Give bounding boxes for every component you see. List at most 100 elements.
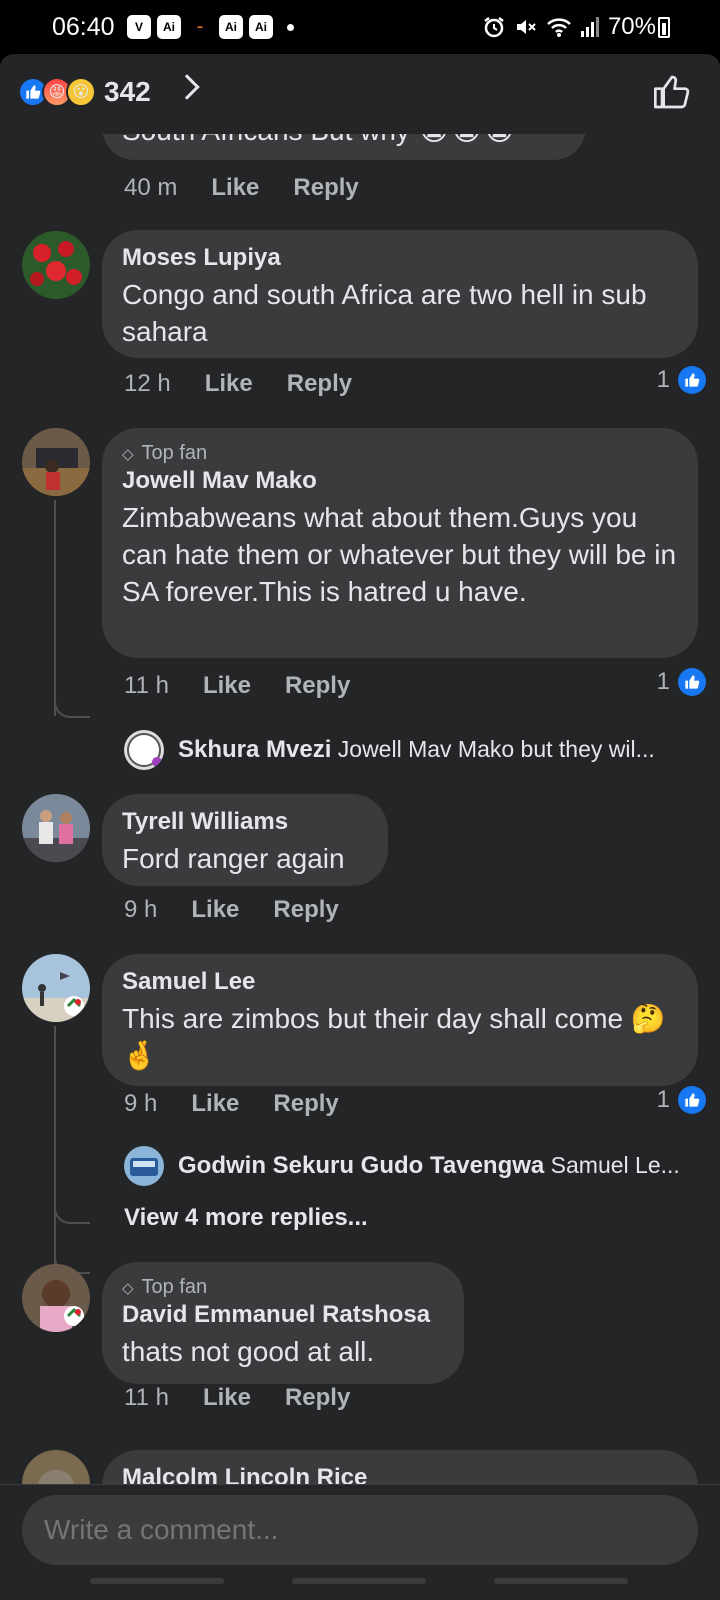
thread-connector (54, 694, 90, 718)
thread-line (54, 500, 56, 716)
like-button[interactable]: Like (205, 370, 253, 398)
reply-snippet: Jowell Mav Mako but they wil... (337, 736, 655, 762)
diamond-icon: ◇ (122, 446, 134, 463)
comment-time: 11 h (124, 1384, 169, 1411)
battery-icon (658, 17, 670, 38)
comment-bubble: Tyrell Williams Ford ranger again (102, 794, 388, 886)
comment-time: 9 h (124, 1090, 158, 1117)
alarm-icon (484, 17, 504, 38)
commenter-name[interactable]: David Emmanuel Ratshosa (122, 1301, 444, 1329)
ai-notification-icon: Ai (249, 15, 273, 39)
reaction-summary[interactable]: 😡 😮 342 (18, 76, 151, 108)
comment-like-count[interactable]: 1 (657, 366, 706, 394)
reply-button[interactable]: Reply (273, 1090, 338, 1118)
battery-percent: 70% (607, 13, 656, 40)
comment-text: thats not good at all. (122, 1336, 375, 1367)
comment-actions: 40 m Like Reply (124, 174, 359, 202)
reply-preview[interactable]: Skhura Mvezi Jowell Mav Mako but they wi… (178, 736, 698, 764)
like-badge-icon (678, 668, 706, 696)
comment-like-count[interactable]: 1 (657, 1086, 706, 1114)
reply-button[interactable]: Reply (285, 672, 350, 700)
small-app-icon: ▬ (197, 24, 203, 30)
reply-snippet: Samuel Le... (550, 1152, 680, 1178)
status-bar: 06:40 V Ai ▬ Ai Ai 70% (0, 0, 720, 54)
comment-actions: 9 h Like Reply (124, 1090, 339, 1118)
ai-notification-icon: Ai (219, 15, 243, 39)
reply-button[interactable]: Reply (293, 174, 358, 202)
commenter-name[interactable]: Malcolm Lincoln Rice (122, 1464, 678, 1484)
commenter-name[interactable]: Jowell Mav Mako (122, 467, 678, 495)
reply-button[interactable]: Reply (287, 370, 352, 398)
comment-text: Congo and south Africa are two hell in s… (122, 279, 647, 347)
comment-input[interactable] (22, 1495, 698, 1565)
reply-avatar[interactable] (124, 1146, 164, 1186)
system-nav-bar (0, 1568, 720, 1600)
comments-sheet: South Africans But why 😭😭😭 40 m Like Rep… (0, 54, 720, 1600)
comment-bubble: Samuel Lee This are zimbos but their day… (102, 954, 698, 1086)
like-button[interactable]: Like (203, 672, 251, 700)
wow-reaction-icon: 😮 (66, 77, 96, 107)
avatar[interactable] (22, 794, 90, 862)
system-icons: 70% (482, 13, 656, 41)
comment-bubble: Moses Lupiya Congo and south Africa are … (102, 230, 698, 358)
reactions-header: 😡 😮 342 (0, 54, 720, 134)
avatar[interactable] (22, 1450, 90, 1484)
comment-bubble: Malcolm Lincoln Rice (102, 1450, 698, 1484)
diamond-icon: ◇ (122, 1280, 134, 1297)
like-badge-icon (678, 1086, 706, 1114)
avatar[interactable] (22, 1264, 90, 1332)
reply-preview[interactable]: Godwin Sekuru Gudo Tavengwa Samuel Le... (178, 1152, 698, 1180)
comment-time: 11 h (124, 672, 169, 699)
comment-bubble: ◇ Top fan Jowell Mav Mako Zimbabweans wha… (102, 428, 698, 658)
reply-avatar[interactable] (124, 730, 164, 770)
comment-like-count[interactable]: 1 (657, 668, 706, 696)
reply-author[interactable]: Skhura Mvezi (178, 736, 331, 763)
comment-actions: 9 h Like Reply (124, 896, 339, 924)
like-count-value: 1 (656, 1086, 670, 1113)
like-button[interactable]: Like (191, 896, 239, 924)
comment-time: 9 h (124, 896, 158, 923)
thread-line (54, 1026, 56, 1266)
wifi-icon (547, 18, 571, 37)
like-post-icon[interactable] (652, 72, 692, 112)
like-count-value: 1 (656, 668, 670, 695)
comment-text: Zimbabweans what about them.Guys you can… (122, 502, 677, 607)
reply-button[interactable]: Reply (273, 896, 338, 924)
reply-button[interactable]: Reply (285, 1384, 350, 1412)
commenter-name[interactable]: Moses Lupiya (122, 244, 678, 272)
comment-text: This are zimbos but their day shall come… (122, 1003, 666, 1071)
clock: 06:40 (52, 13, 115, 41)
recent-apps-button[interactable] (90, 1578, 224, 1584)
commenter-name[interactable]: Samuel Lee (122, 968, 678, 996)
like-badge-icon (678, 366, 706, 394)
mute-icon (516, 20, 536, 34)
like-count-value: 1 (656, 366, 670, 393)
comment-time: 12 h (124, 370, 171, 397)
comment-composer (0, 1484, 720, 1600)
avatar[interactable] (22, 231, 90, 299)
comment-actions: 11 h Like Reply (124, 672, 350, 700)
top-fan-badge: ◇ Top fan (122, 442, 208, 464)
comment-time: 40 m (124, 174, 178, 201)
comment-actions: 12 h Like Reply (124, 370, 352, 398)
app-notification-icon: V (127, 15, 151, 39)
notification-icons: V Ai ▬ Ai Ai (127, 15, 294, 39)
top-fan-badge: ◇ Top fan (122, 1276, 208, 1298)
comments-list[interactable]: South Africans But why 😭😭😭 40 m Like Rep… (0, 54, 720, 1484)
home-button[interactable] (292, 1578, 426, 1584)
ai-notification-icon: Ai (157, 15, 181, 39)
back-button[interactable] (494, 1578, 628, 1584)
commenter-name[interactable]: Tyrell Williams (122, 808, 368, 836)
like-button[interactable]: Like (203, 1384, 251, 1412)
like-button[interactable]: Like (191, 1090, 239, 1118)
reply-author[interactable]: Godwin Sekuru Gudo Tavengwa (178, 1152, 544, 1179)
avatar[interactable] (22, 428, 90, 496)
reaction-count: 342 (104, 76, 151, 107)
comment-actions: 11 h Like Reply (124, 1384, 350, 1412)
signal-icon (580, 17, 599, 37)
chevron-right-icon[interactable] (174, 74, 200, 100)
avatar[interactable] (22, 954, 90, 1022)
thread-connector (54, 1200, 90, 1224)
like-button[interactable]: Like (211, 174, 259, 202)
view-more-replies-link[interactable]: View 4 more replies... (124, 1204, 368, 1232)
